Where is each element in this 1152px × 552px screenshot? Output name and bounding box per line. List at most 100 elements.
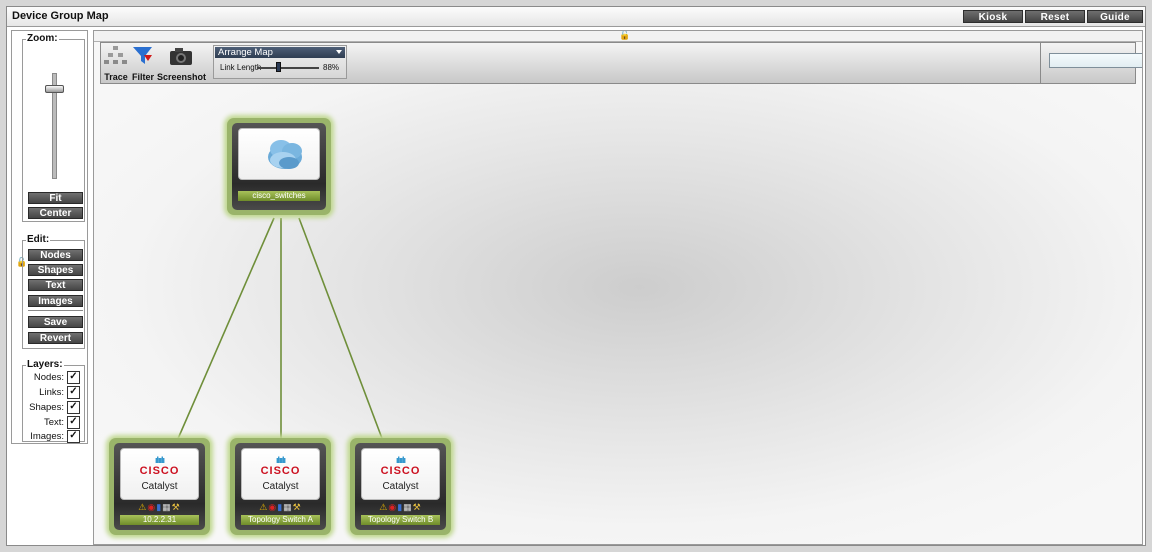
node-card: ılıılı CISCO Catalyst [241,448,320,500]
screenshot-tool[interactable]: Screenshot [157,43,207,83]
warning-icon[interactable]: ⚠ [138,502,147,512]
toolbar-divider [1040,43,1041,83]
node-card: ılıılı CISCO Catalyst [361,448,440,500]
cisco-brand: CISCO [260,465,301,477]
save-button[interactable]: Save [28,316,83,328]
status-icons: ⚠◉▮▦⚒ [235,502,326,513]
link-line[interactable] [176,217,275,442]
device-node[interactable]: ılıılı CISCO Catalyst ⚠◉▮▦⚒ Topology Swi… [350,438,451,535]
lifebuoy-icon[interactable]: ◉ [147,502,156,512]
device-node[interactable]: ılıılı CISCO Catalyst ⚠◉▮▦⚒ 10.2.2.31 [109,438,210,535]
layer-label: Text: [43,416,64,428]
status-icons: ⚠◉▮▦⚒ [114,502,205,513]
text-button[interactable]: Text [28,279,83,291]
map-canvas[interactable]: 🔓 Trace Filter Screenshot Arrange Map Li… [93,30,1143,545]
node-body: ılıılı CISCO Catalyst ⚠◉▮▦⚒ Topology Swi… [355,443,446,530]
cisco-brand: CISCO [139,465,180,477]
fit-button[interactable]: Fit [28,192,83,204]
window-title: Device Group Map [12,10,109,22]
layer-row-nodes: Nodes: ✓ [34,370,80,384]
node-body: ılıılı CISCO Catalyst ⚠◉▮▦⚒ 10.2.2.31 [114,443,205,530]
cisco-logo-bars: ılıılı [275,455,286,465]
camera-icon [170,48,192,65]
printer-icon[interactable]: ▦ [162,502,172,512]
cisco-logo-bars: ılıılı [395,455,406,465]
cisco-brand: CISCO [380,465,421,477]
reset-button[interactable]: Reset [1025,10,1085,23]
layer-row-text: Text: ✓ [44,415,80,429]
edit-divider [28,310,83,311]
link-length-value: 88% [323,63,340,72]
warning-icon[interactable]: ⚠ [259,502,268,512]
wrench-icon[interactable]: ⚒ [293,502,302,512]
filter-icon [133,47,152,64]
link-length-label: Link Length [220,63,262,72]
cisco-model: Catalyst [382,481,419,492]
layer-text-checkbox[interactable]: ✓ [67,415,80,429]
layer-nodes-checkbox[interactable]: ✓ [67,370,80,384]
revert-button[interactable]: Revert [28,332,83,344]
wrench-icon[interactable]: ⚒ [172,502,181,512]
guide-button[interactable]: Guide [1087,10,1143,23]
shapes-button[interactable]: Shapes [28,264,83,276]
layer-shapes-checkbox[interactable]: ✓ [67,400,80,414]
device-group-map-window: Device Group Map Kiosk Reset Guide Zoom:… [6,6,1146,546]
zoom-group: Zoom: Fit Center [22,33,85,222]
filter-label: Filter [131,72,154,82]
cloud-icon [268,140,302,169]
node-card: ılıılı CISCO Catalyst [120,448,199,500]
link-line[interactable] [298,217,384,442]
node-card [238,128,320,180]
layer-row-shapes: Shapes: ✓ [29,400,80,414]
layers-legend: Layers: [26,359,64,370]
node-label: 10.2.2.31 [120,515,199,525]
nodes-button[interactable]: Nodes [28,249,83,261]
link-length-slider-thumb[interactable] [276,62,281,72]
images-button[interactable]: Images [28,295,83,307]
device-node[interactable]: ılıılı CISCO Catalyst ⚠◉▮▦⚒ Topology Swi… [230,438,331,535]
cisco-logo-bars: ılıılı [154,455,165,465]
screenshot-label: Screenshot [157,72,207,82]
zoom-legend: Zoom: [26,33,59,44]
title-bar: Device Group Map Kiosk Reset Guide [7,7,1145,27]
group-node-cisco-switches[interactable]: cisco_switches [227,118,331,215]
layer-label: Shapes: [29,401,64,413]
layer-label: Nodes: [33,371,64,383]
lifebuoy-icon[interactable]: ◉ [268,502,277,512]
layer-label: Links: [39,386,64,398]
edit-group: Edit: Nodes Shapes Text Images Save Reve… [22,234,85,349]
node-label: Topology Switch B [361,515,440,525]
kiosk-button[interactable]: Kiosk [963,10,1023,23]
cisco-model: Catalyst [262,481,299,492]
warning-icon[interactable]: ⚠ [379,502,388,512]
chevron-down-icon [336,50,342,54]
search-input[interactable] [1049,53,1142,68]
arrange-map-select[interactable]: Arrange Map [215,47,345,58]
printer-icon[interactable]: ▦ [283,502,293,512]
wrench-icon[interactable]: ⚒ [413,502,422,512]
arrange-map-value: Arrange Map [218,47,273,58]
left-control-panel: Zoom: Fit Center 🔓 Edit: Nodes Shapes Te… [11,30,88,444]
filter-tool[interactable]: Filter [131,43,155,83]
edit-legend: Edit: [26,234,51,245]
cisco-model: Catalyst [141,481,178,492]
status-icons: ⚠◉▮▦⚒ [355,502,446,513]
node-body: cisco_switches [232,123,326,210]
trace-label: Trace [104,72,128,82]
arrange-map-panel: Arrange Map Link Length 88% [213,45,347,79]
layer-links-checkbox[interactable]: ✓ [67,385,80,399]
link-length-slider-track[interactable] [257,67,319,69]
node-label: Topology Switch A [241,515,320,525]
trace-icon [104,46,127,64]
center-button[interactable]: Center [28,207,83,219]
node-body: ılıılı CISCO Catalyst ⚠◉▮▦⚒ Topology Swi… [235,443,326,530]
zoom-slider-thumb[interactable] [45,84,64,93]
printer-icon[interactable]: ▦ [403,502,413,512]
layer-label: Images: [30,430,64,442]
trace-tool[interactable]: Trace [103,43,129,83]
layer-images-checkbox[interactable]: ✓ [67,429,80,443]
map-toolbar: Trace Filter Screenshot Arrange Map Link… [100,42,1142,84]
layer-row-links: Links: ✓ [39,385,80,399]
lifebuoy-icon[interactable]: ◉ [388,502,397,512]
layer-row-images: Images: ✓ [30,429,80,443]
